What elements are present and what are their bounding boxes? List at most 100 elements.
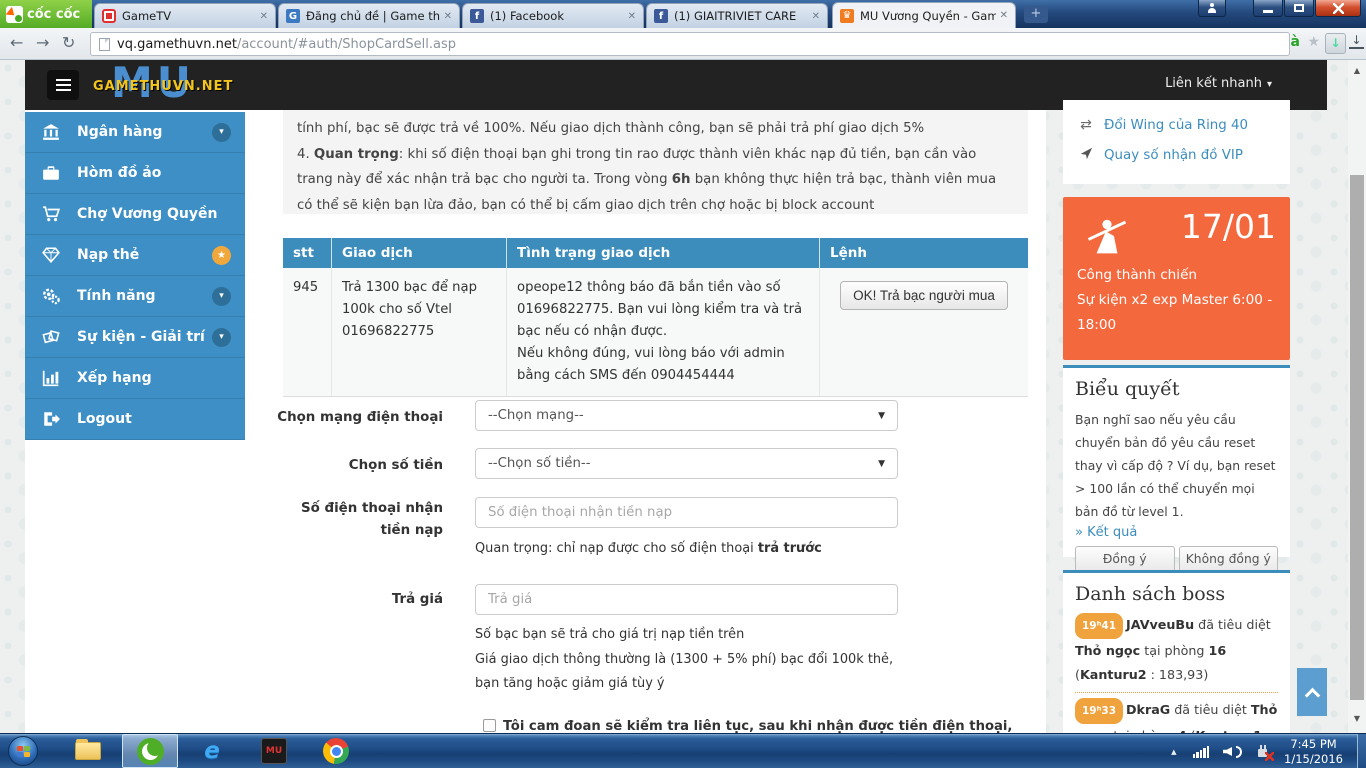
download-button[interactable]: ↓ bbox=[1325, 33, 1346, 54]
tab-facebook[interactable]: f (1) Facebook ✕ bbox=[462, 3, 644, 28]
quick-links-dropdown[interactable]: Liên kết nhanh▾ bbox=[1165, 76, 1272, 91]
scroll-to-top-button[interactable] bbox=[1297, 668, 1327, 716]
taskbar: e MU ▲ 7:45 PM 1/15/2016 bbox=[0, 733, 1366, 768]
amount-label: Chọn số tiền bbox=[271, 455, 443, 477]
scrollbar-thumb[interactable] bbox=[1350, 175, 1364, 700]
start-button[interactable] bbox=[8, 736, 38, 766]
price-input[interactable] bbox=[475, 584, 898, 615]
taskbar-coccoc[interactable] bbox=[122, 734, 178, 768]
chevron-down-icon: ▼ bbox=[878, 411, 885, 421]
price-label: Trả giá bbox=[271, 589, 443, 611]
forward-button[interactable]: → bbox=[36, 33, 49, 52]
network-signal-icon[interactable] bbox=[1193, 746, 1210, 758]
amount-select[interactable]: --Chọn số tiền--▼ bbox=[475, 448, 898, 479]
sidebar-item-hom-do-ao[interactable]: Hòm đồ ảo bbox=[25, 153, 245, 194]
agree-button[interactable]: Đồng ý bbox=[1075, 546, 1175, 572]
url-domain: vq.gamethuvn.net bbox=[117, 37, 237, 52]
disagree-button[interactable]: Không đồng ý bbox=[1179, 546, 1279, 572]
tab-close-icon[interactable]: ✕ bbox=[1000, 10, 1008, 21]
table-header-row: stt Giao dịch Tình trạng giao dịch Lệnh bbox=[283, 238, 1028, 268]
site-logo[interactable]: MU GAMETHUVN.NET bbox=[93, 62, 243, 108]
quick-links-panel: ⇄ Đổi Wing của Ring 40 Quay số nhận đồ V… bbox=[1063, 100, 1290, 184]
tab-gametv[interactable]: GameTV ✕ bbox=[94, 3, 276, 28]
downloads-tray-icon[interactable]: ↓ bbox=[1349, 34, 1364, 49]
logo-domain-text: GAMETHUVN.NET bbox=[93, 79, 233, 94]
system-tray: ▲ 7:45 PM 1/15/2016 bbox=[1171, 734, 1366, 768]
phone-input[interactable] bbox=[475, 497, 898, 528]
poll-title: Biểu quyết bbox=[1075, 378, 1278, 400]
mu-game-icon: MU bbox=[261, 738, 287, 764]
vietnamese-input-icon[interactable]: à bbox=[1291, 34, 1300, 50]
tab-close-icon[interactable]: ✕ bbox=[628, 11, 636, 22]
taskbar-chrome[interactable] bbox=[308, 734, 364, 768]
hamburger-icon bbox=[56, 84, 71, 86]
tab-close-icon[interactable]: ✕ bbox=[812, 11, 820, 22]
new-tab-button[interactable]: + bbox=[1024, 6, 1048, 23]
scroll-up-arrow[interactable]: ▲ bbox=[1348, 66, 1366, 75]
sidebar: Ngân hàng ▾ Hòm đồ ảo Chợ Vương Quyền Nạ… bbox=[25, 112, 245, 440]
tab-close-icon[interactable]: ✕ bbox=[260, 11, 268, 22]
browser-titlebar: cốc cốc GameTV ✕ G Đăng chủ đề | Game th… bbox=[0, 0, 1366, 28]
link-doi-wing[interactable]: ⇄ Đổi Wing của Ring 40 bbox=[1077, 110, 1290, 140]
chevron-up-icon bbox=[1304, 687, 1320, 703]
agree-checkbox[interactable] bbox=[483, 719, 496, 732]
briefcase-icon bbox=[25, 164, 77, 182]
scroll-down-arrow[interactable]: ▼ bbox=[1348, 714, 1366, 723]
network-select[interactable]: --Chọn mạng--▼ bbox=[475, 400, 898, 431]
taskbar-mu-game[interactable]: MU bbox=[246, 734, 302, 768]
sidebar-item-xep-hang[interactable]: Xếp hạng bbox=[25, 358, 245, 399]
sidebar-item-tinh-nang[interactable]: Tính năng ▾ bbox=[25, 276, 245, 317]
bookmark-star-icon[interactable]: ★ bbox=[1307, 34, 1320, 50]
notice-box: tính phí, bạc sẽ được trả về 100%. Nếu g… bbox=[283, 110, 1028, 214]
maximize-button[interactable] bbox=[1284, 0, 1314, 17]
error-x-icon bbox=[1265, 752, 1274, 761]
sidebar-item-ngan-hang[interactable]: Ngân hàng ▾ bbox=[25, 112, 245, 153]
speaker-icon[interactable] bbox=[1223, 747, 1232, 756]
coccoc-menu-button[interactable]: cốc cốc bbox=[0, 0, 92, 28]
reload-button[interactable]: ↻ bbox=[62, 33, 75, 52]
maximize-icon bbox=[1294, 4, 1304, 12]
power-plug-icon[interactable] bbox=[1256, 745, 1272, 759]
sidebar-item-su-kien-giai-tri[interactable]: Sự kiện - Giải trí ▾ bbox=[25, 317, 245, 358]
chrome-icon bbox=[323, 738, 349, 764]
hidden-icons-arrow[interactable]: ▲ bbox=[1171, 748, 1176, 756]
pay-buyer-button[interactable]: OK! Trả bạc người mua bbox=[840, 281, 1008, 310]
facebook-favicon: f bbox=[654, 9, 668, 23]
sidebar-item-logout[interactable]: Logout bbox=[25, 399, 245, 440]
url-path: /account/#auth/ShopCardSell.asp bbox=[237, 37, 456, 52]
agree-row: Tôi cam đoan sẽ kiểm tra liên tục, sau k… bbox=[483, 719, 1043, 733]
show-desktop-button[interactable] bbox=[1357, 734, 1366, 768]
event-date: 17/01 bbox=[1181, 207, 1276, 246]
price-help1: Số bạc bạn sẽ trả cho giá trị nạp tiền t… bbox=[475, 623, 915, 647]
windows-flag-icon bbox=[17, 746, 30, 757]
warrior-icon bbox=[1085, 213, 1129, 263]
taskbar-clock[interactable]: 7:45 PM 1/15/2016 bbox=[1284, 737, 1343, 767]
tab-close-icon[interactable]: ✕ bbox=[444, 11, 452, 22]
bank-icon bbox=[25, 123, 77, 141]
close-button[interactable] bbox=[1315, 0, 1361, 17]
back-button[interactable]: ← bbox=[10, 33, 23, 52]
hamburger-menu-button[interactable] bbox=[47, 70, 79, 100]
chevron-down-icon: ▾ bbox=[212, 328, 231, 347]
browser-scrollbar[interactable]: ▲ ▼ bbox=[1348, 60, 1366, 733]
sidebar-item-cho-vuong-quyen[interactable]: Chợ Vương Quyền bbox=[25, 194, 245, 235]
minimize-button[interactable] bbox=[1253, 0, 1283, 17]
boss-entry: 19ʰ33DkraG đã tiêu diệt Thỏ ngọc tại phò… bbox=[1075, 698, 1278, 733]
pointer-arrow-icon bbox=[1077, 146, 1095, 164]
profile-button[interactable] bbox=[1198, 0, 1226, 17]
tab-dang-chu-de[interactable]: G Đăng chủ đề | Game thủ V ✕ bbox=[278, 3, 460, 28]
address-bar[interactable]: vq.gamethuvn.net /account/#auth/ShopCard… bbox=[90, 32, 1290, 56]
link-quay-so[interactable]: Quay số nhận đồ VIP bbox=[1077, 140, 1290, 170]
sidebar-item-nap-the[interactable]: Nạp thẻ ★ bbox=[25, 235, 245, 276]
poll-results-link[interactable]: » Kết quả bbox=[1075, 525, 1278, 540]
logout-icon bbox=[25, 410, 77, 428]
tab-mu-vuong-quyen[interactable]: ♛ MU Vương Quyền - Game ✕ bbox=[832, 2, 1016, 28]
taskbar-internet-explorer[interactable]: e bbox=[184, 734, 240, 768]
coccoc-logo-icon bbox=[6, 6, 23, 23]
tab-giaitriviet[interactable]: f (1) GIAITRIVIET CARE ✕ bbox=[646, 3, 828, 28]
crown-favicon: ♛ bbox=[840, 9, 854, 23]
taskbar-explorer[interactable] bbox=[60, 734, 116, 768]
g-favicon: G bbox=[286, 9, 300, 23]
browser-toolbar: ← → ↻ vq.gamethuvn.net /account/#auth/Sh… bbox=[0, 28, 1366, 60]
chevron-down-icon: ▼ bbox=[878, 459, 885, 469]
